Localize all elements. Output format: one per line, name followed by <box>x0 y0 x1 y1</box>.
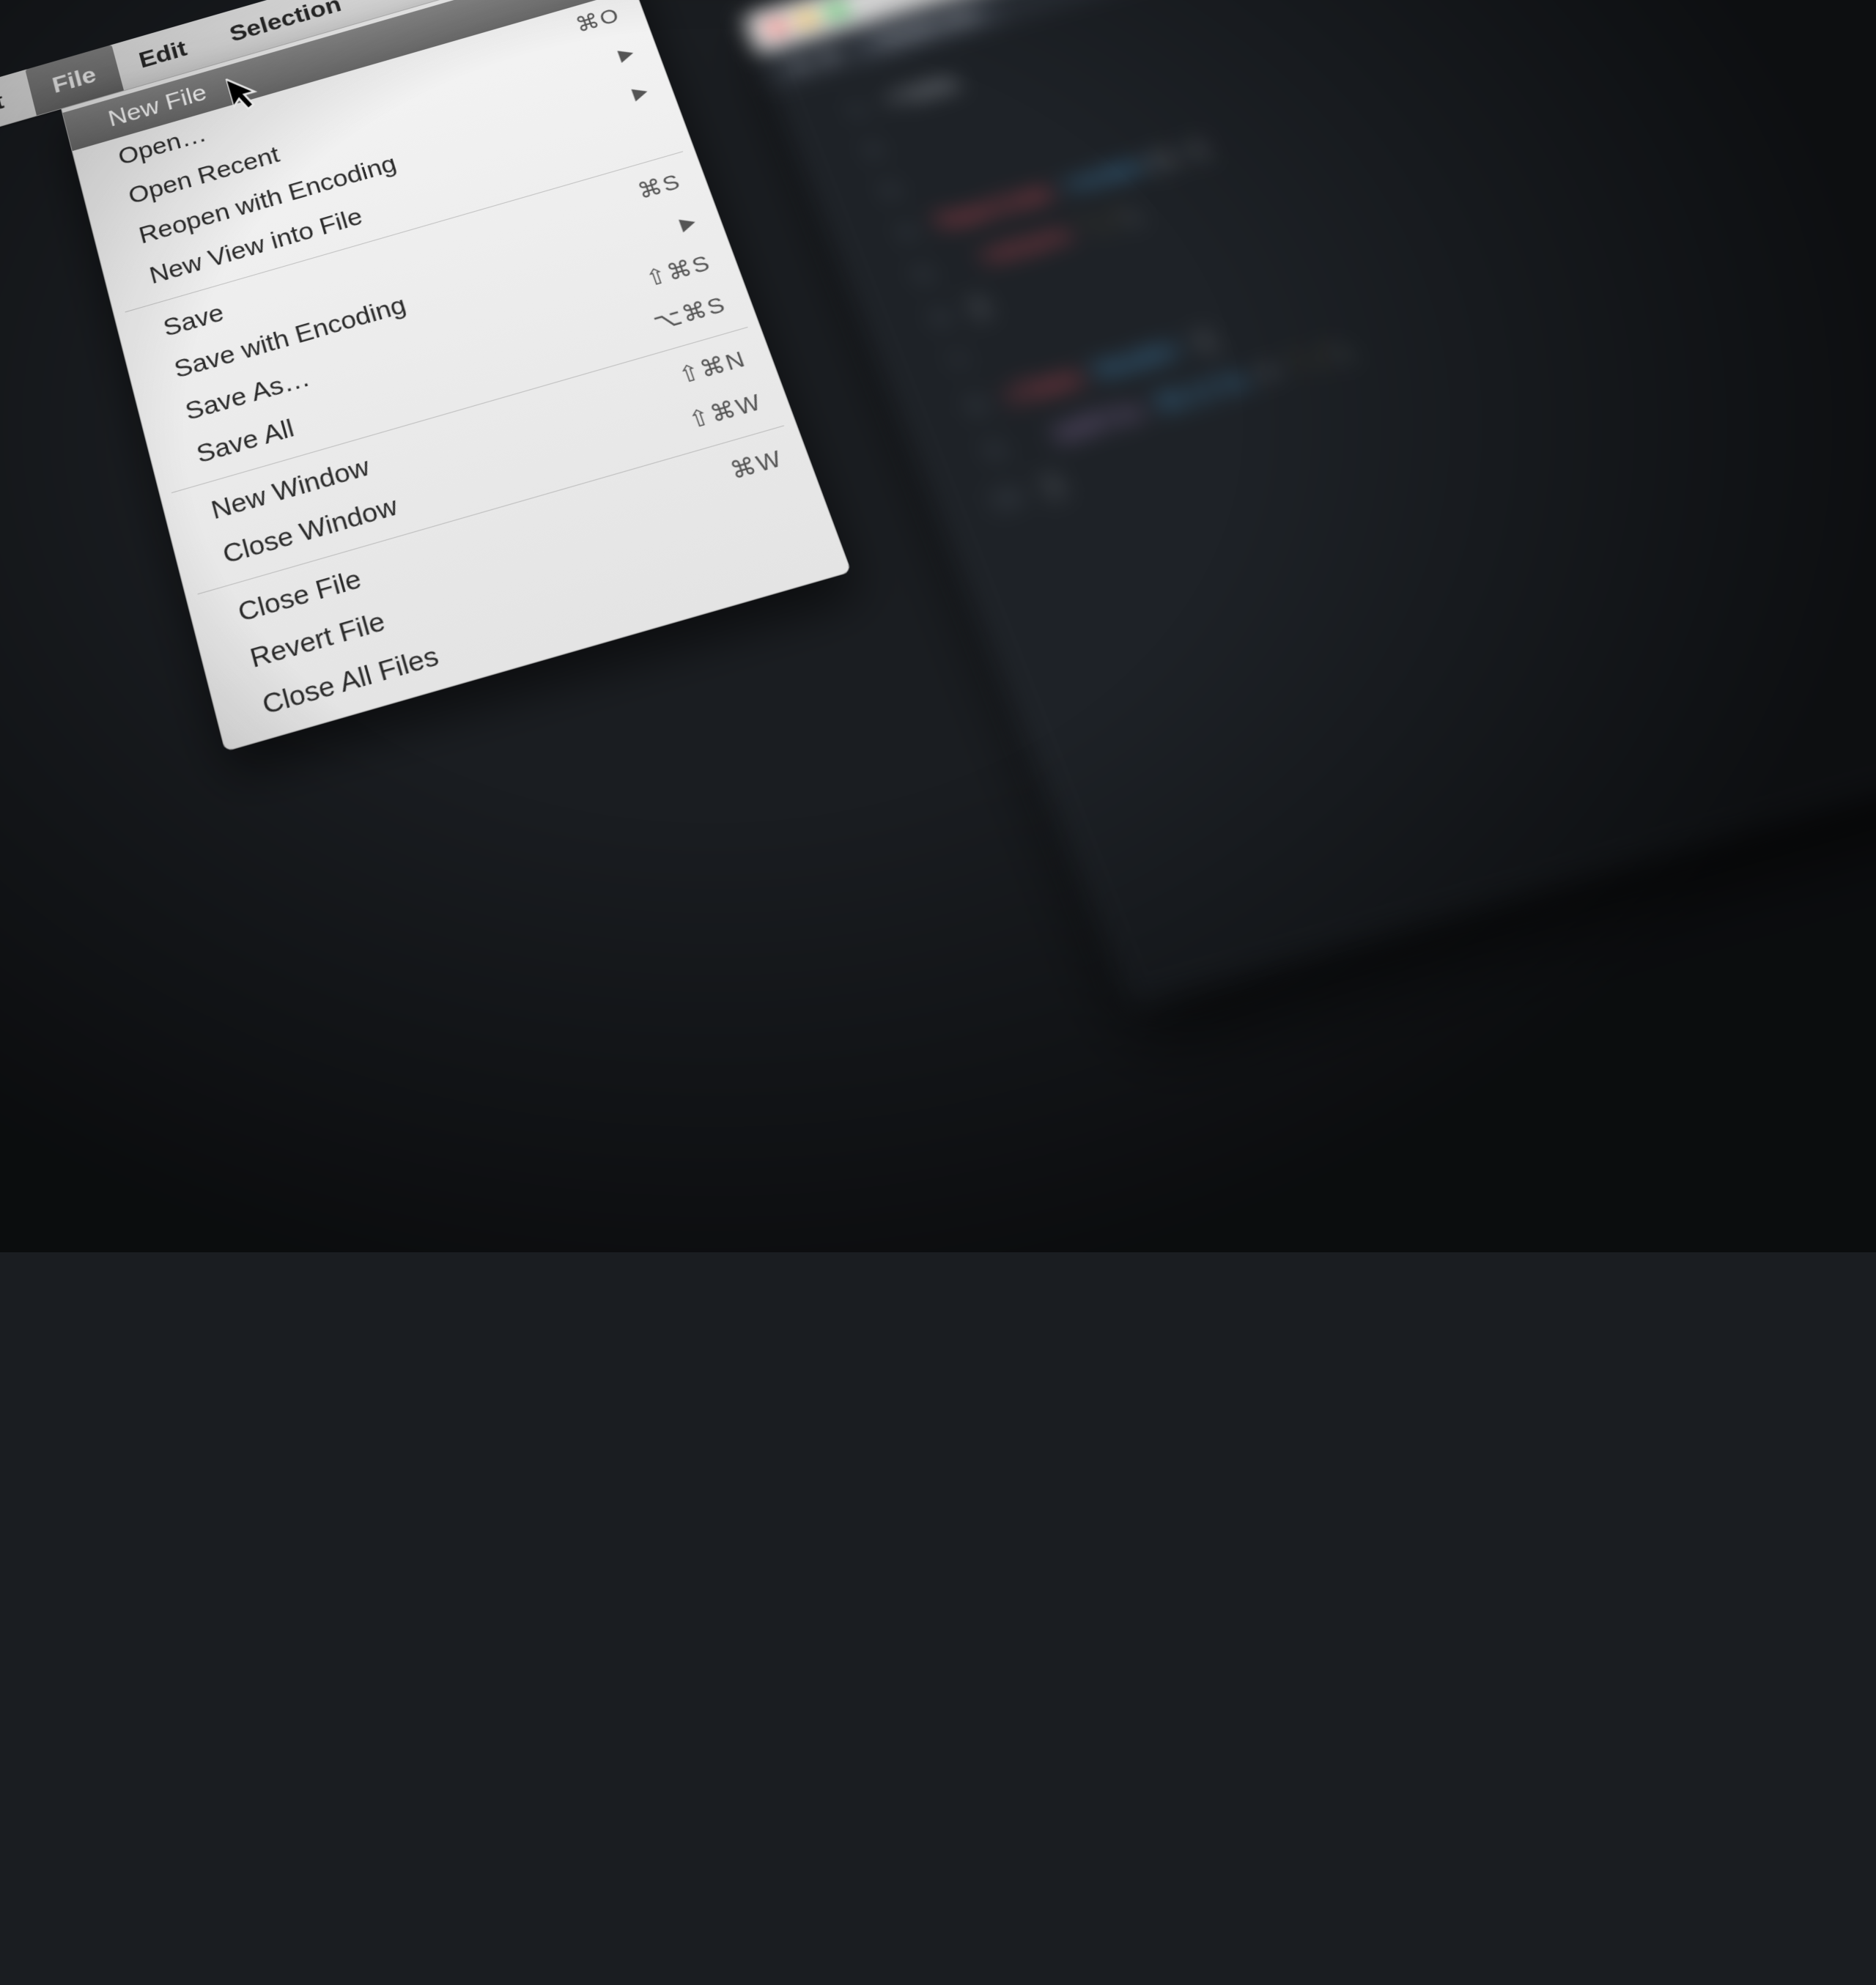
editor-body: 1<?php234function render() {5 return '…'… <box>772 0 1876 566</box>
code-content <box>916 172 926 196</box>
editor-window: ◀ ▶ header.php 1<?php234function render(… <box>743 0 1876 1009</box>
menu-item-shortcut: ⇧⌘W <box>685 388 766 435</box>
code-content <box>986 342 996 367</box>
code-content <box>899 132 909 155</box>
menu-item-shortcut: ⌘S <box>635 169 684 204</box>
submenu-arrow-icon: ▶ <box>629 81 650 104</box>
code-content: } <box>1041 472 1066 502</box>
submenu-arrow-icon: ▶ <box>677 211 698 235</box>
submenu-arrow-icon: ▶ <box>616 42 636 65</box>
nav-back-icon[interactable]: ◀ <box>783 51 808 77</box>
code-content: } <box>968 295 992 323</box>
nav-forward-icon[interactable]: ▶ <box>818 41 843 67</box>
menu-item-shortcut: ⌘O <box>572 3 623 37</box>
menu-item-shortcut: ⌥⌘S <box>650 291 730 336</box>
traffic-close-icon[interactable] <box>766 18 788 37</box>
traffic-minimize-icon[interactable] <box>796 10 818 29</box>
traffic-zoom-icon[interactable] <box>826 1 848 20</box>
file-menu-dropdown: New File⌘NOpen…⌘OOpen Recent▶Reopen with… <box>61 0 852 752</box>
menu-item-shortcut: ⌘W <box>727 445 787 486</box>
menubar-app-name: Sublime Text <box>0 80 34 182</box>
